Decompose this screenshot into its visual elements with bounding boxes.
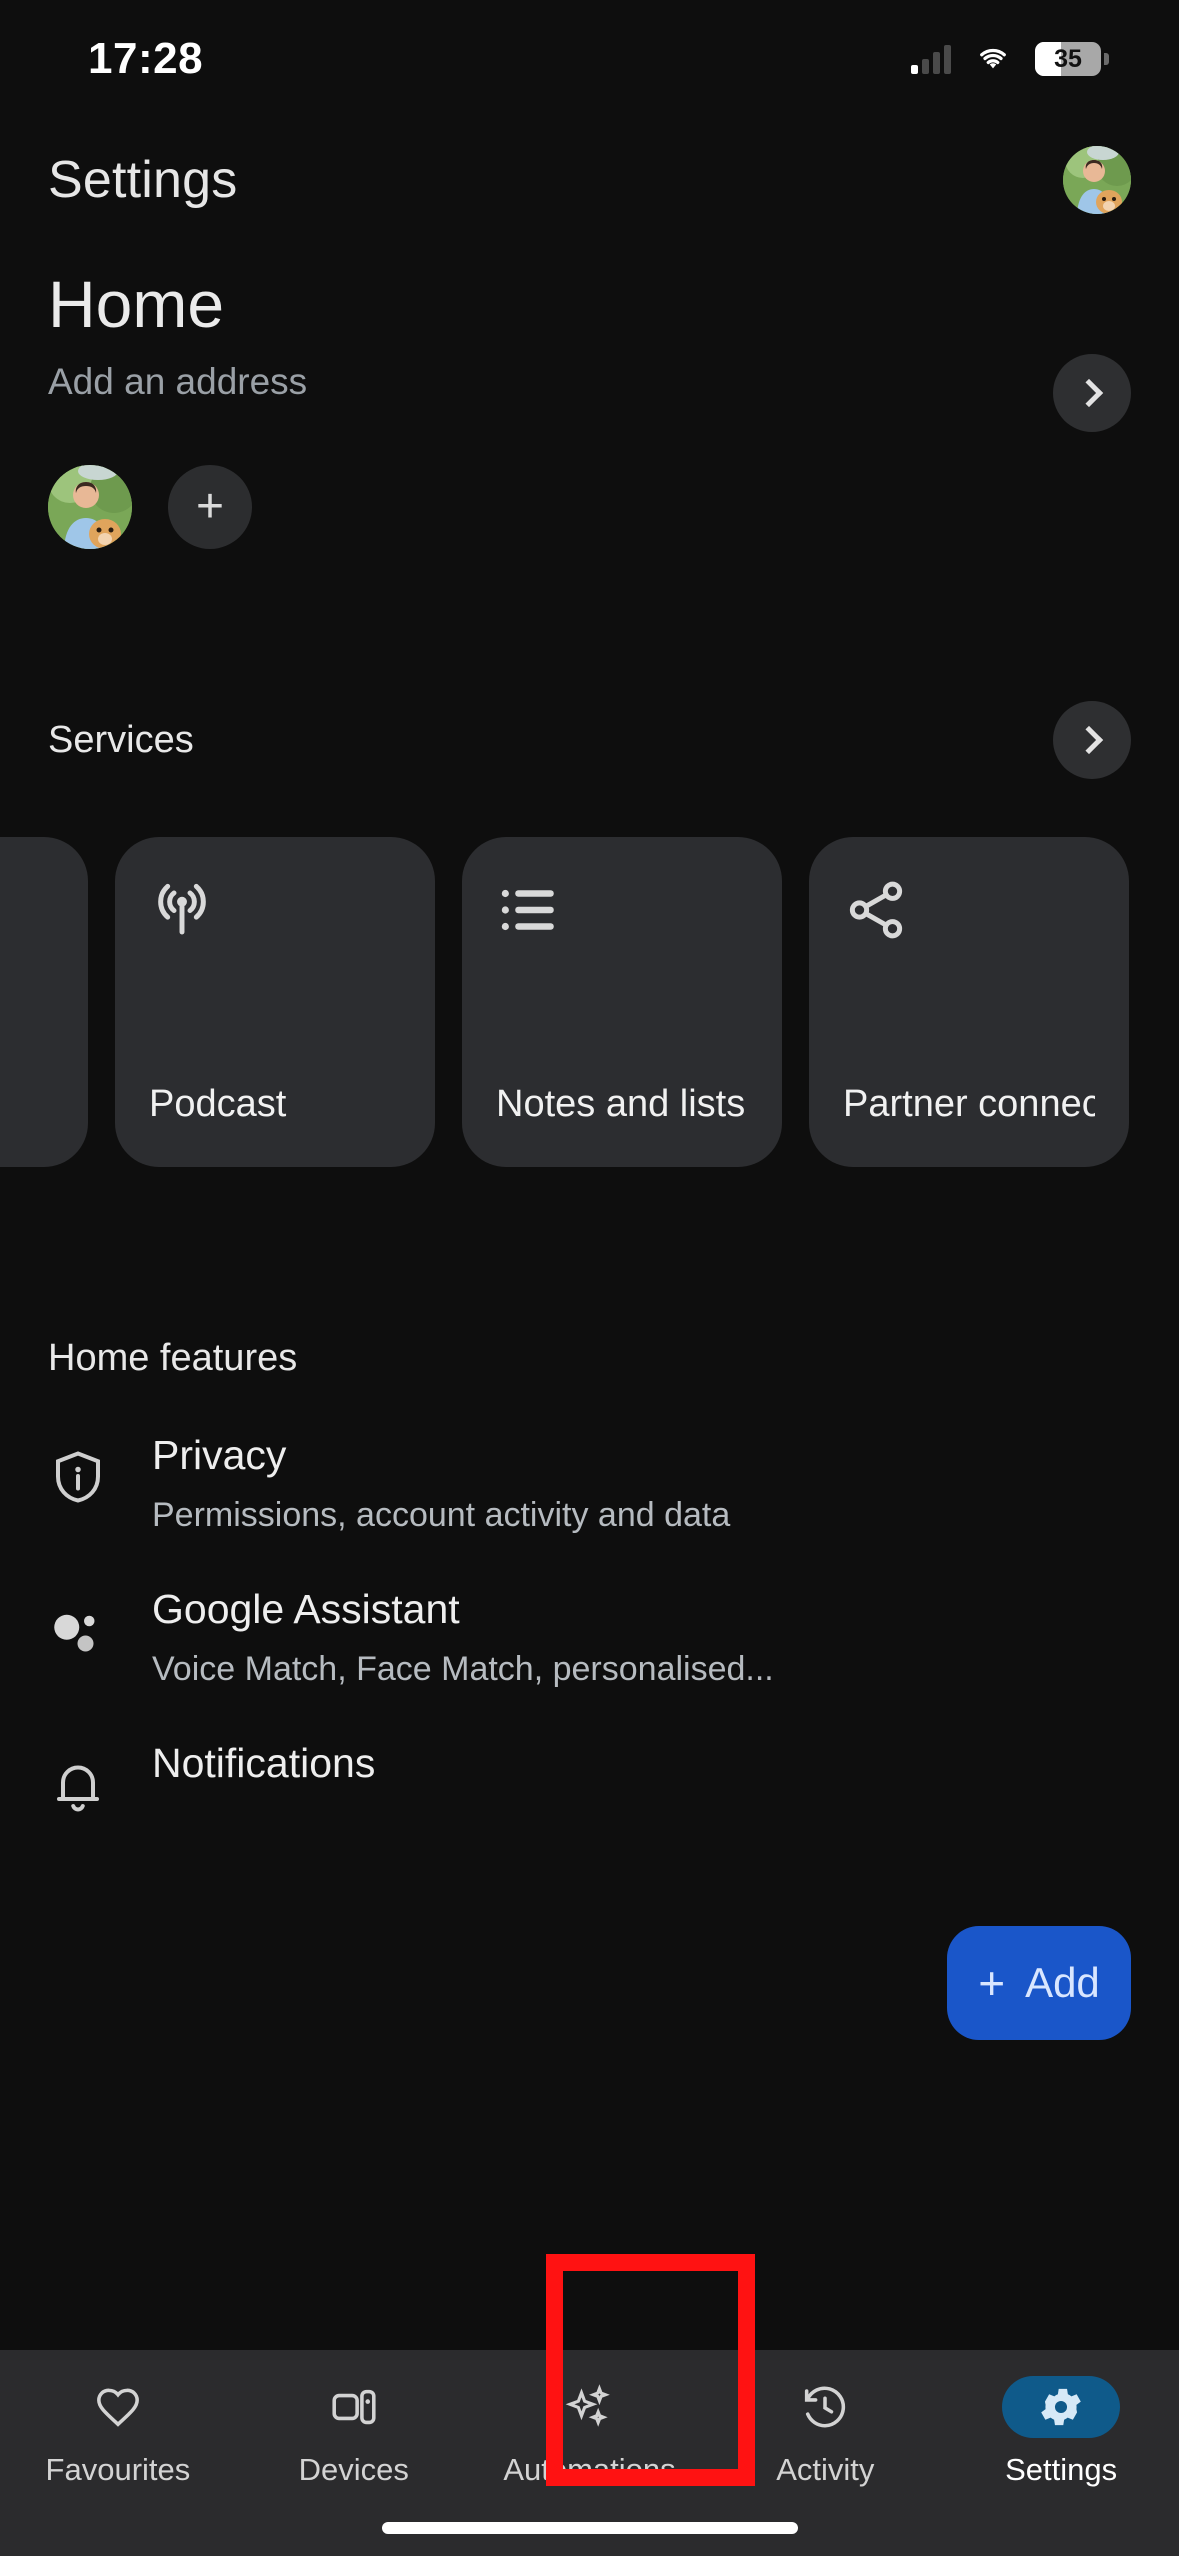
home-feature-text: Notifications xyxy=(152,1740,1131,1803)
share-icon xyxy=(843,877,909,943)
add-fab-button[interactable]: + Add xyxy=(947,1926,1131,2040)
home-block: Home Add an address xyxy=(0,214,1179,432)
home-features-list: Privacy Permissions, account activity an… xyxy=(0,1432,1179,1816)
nav-item-automations[interactable]: Automations xyxy=(472,2376,708,2488)
home-feature-description: Voice Match, Face Match, personalised... xyxy=(152,1650,774,1689)
app-header: Settings xyxy=(0,118,1179,214)
add-fab-label: Add xyxy=(1025,1959,1100,2006)
home-name: Home xyxy=(48,267,225,341)
assistant-dots-icon xyxy=(48,1600,108,1662)
nav-label: Activity xyxy=(776,2452,875,2487)
page-title: Settings xyxy=(48,151,238,209)
battery-icon: 35 xyxy=(1035,42,1109,76)
history-icon xyxy=(805,2386,846,2428)
battery-level: 35 xyxy=(1054,44,1082,73)
list-icon xyxy=(496,877,562,943)
service-card-label: Partner connecti... xyxy=(843,1083,1095,1126)
nav-pill xyxy=(295,2376,413,2438)
service-card-label: Podcast xyxy=(149,1083,287,1126)
phone-screen: 17:28 35 Settings Home Add an address + … xyxy=(0,0,1179,2556)
nav-pill-active xyxy=(1002,2376,1121,2438)
heart-icon xyxy=(96,2388,139,2427)
home-members: + xyxy=(0,403,1179,550)
bell-icon xyxy=(48,1754,108,1816)
services-header: Services xyxy=(0,701,1179,780)
nav-label: Automations xyxy=(503,2452,676,2487)
home-address-placeholder[interactable]: Add an address xyxy=(48,361,1131,403)
home-indicator xyxy=(381,2522,798,2534)
sparkle-icon xyxy=(566,2384,611,2427)
broadcast-icon xyxy=(149,877,215,943)
nav-item-devices[interactable]: Devices xyxy=(236,2376,472,2488)
service-card-label: Notes and lists xyxy=(496,1083,746,1126)
service-card-notes[interactable]: Notes and lists xyxy=(462,837,782,1168)
nav-item-favourites[interactable]: Favourites xyxy=(0,2376,236,2488)
cellular-signal-icon xyxy=(911,44,951,74)
chevron-right-icon xyxy=(1074,726,1104,755)
service-card-podcast[interactable]: Podcast xyxy=(115,837,435,1168)
nav-item-settings[interactable]: Settings xyxy=(943,2376,1179,2488)
member-avatar[interactable] xyxy=(48,465,132,550)
nav-label: Settings xyxy=(1005,2452,1118,2487)
services-more-button[interactable] xyxy=(1053,701,1131,780)
services-carousel[interactable]: Podcast Notes and lists Partner connec xyxy=(0,837,1179,1168)
home-features-title: Home features xyxy=(48,1337,298,1380)
home-settings-button[interactable] xyxy=(1053,354,1131,432)
home-feature-name: Notifications xyxy=(152,1740,376,1787)
nav-pill xyxy=(766,2376,884,2438)
home-feature-row-assistant[interactable]: Google Assistant Voice Match, Face Match… xyxy=(0,1586,1179,1690)
devices-icon xyxy=(332,2389,376,2425)
home-feature-text: Google Assistant Voice Match, Face Match… xyxy=(152,1586,1131,1690)
service-card-partial[interactable] xyxy=(0,837,88,1168)
home-feature-text: Privacy Permissions, account activity an… xyxy=(152,1432,1131,1536)
services-title: Services xyxy=(48,718,194,761)
service-card-partner[interactable]: Partner connecti... xyxy=(809,837,1129,1168)
status-indicators: 35 xyxy=(911,42,1109,76)
add-member-button[interactable]: + xyxy=(168,465,252,550)
home-feature-description: Permissions, account activity and data xyxy=(152,1496,731,1535)
chevron-right-icon xyxy=(1074,378,1104,408)
shield-info-icon xyxy=(48,1446,108,1508)
nav-label: Favourites xyxy=(45,2452,191,2487)
status-time: 17:28 xyxy=(88,34,204,83)
nav-label: Devices xyxy=(298,2452,409,2487)
wifi-icon xyxy=(973,44,1013,74)
status-bar: 17:28 35 xyxy=(0,0,1179,118)
nav-pill xyxy=(59,2376,177,2438)
home-feature-name: Privacy xyxy=(152,1432,287,1479)
home-feature-row-notifications[interactable]: Notifications xyxy=(0,1740,1179,1816)
gear-icon xyxy=(1041,2388,1081,2426)
account-avatar[interactable] xyxy=(1063,146,1131,214)
home-feature-name: Google Assistant xyxy=(152,1586,460,1633)
nav-pill xyxy=(530,2376,648,2438)
nav-item-activity[interactable]: Activity xyxy=(707,2376,943,2488)
home-feature-row-privacy[interactable]: Privacy Permissions, account activity an… xyxy=(0,1432,1179,1536)
